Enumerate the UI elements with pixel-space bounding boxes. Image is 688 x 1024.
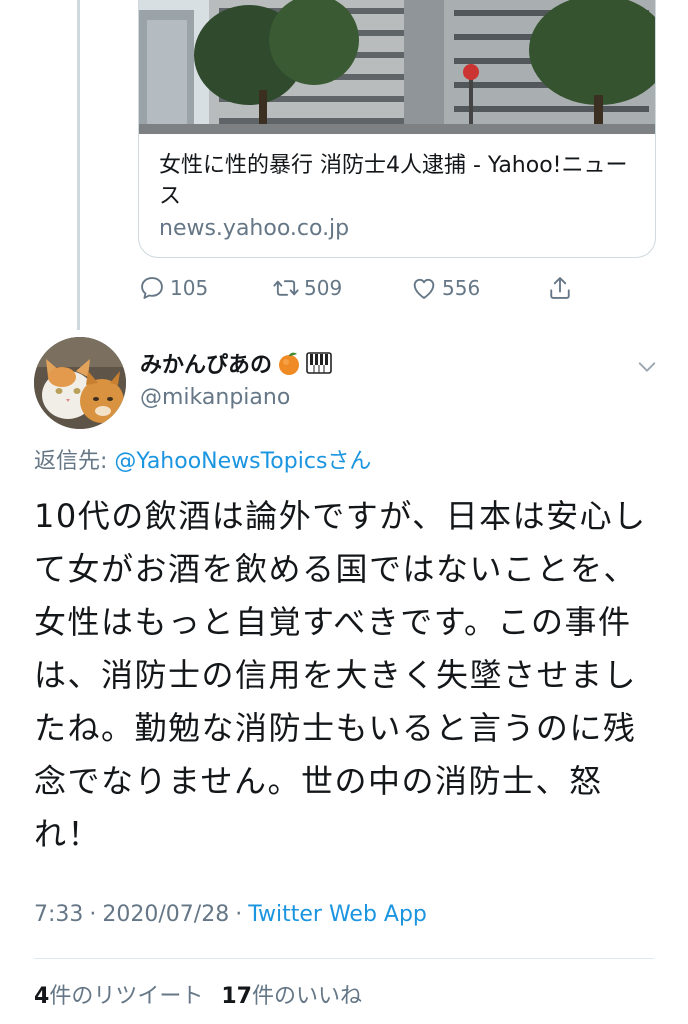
reply-button[interactable]: 105 xyxy=(138,270,208,306)
link-preview-domain[interactable]: news.yahoo.co.jp xyxy=(159,214,349,244)
reply-to-label: 返信先: xyxy=(34,449,115,474)
like-count: 556 xyxy=(442,276,481,300)
tweet-action-bar: 105 509 556 xyxy=(138,270,588,306)
author-name-row[interactable]: みかんぴあの xyxy=(140,346,332,380)
reply-count: 105 xyxy=(170,276,209,300)
like-button[interactable]: 556 xyxy=(410,270,480,306)
retweets-label: 件のリツイート xyxy=(49,984,204,1009)
tweet-date[interactable]: 2020/07/28 xyxy=(102,902,229,927)
reply-to-mention[interactable]: @YahooNewsTopics xyxy=(114,449,327,474)
link-preview-image[interactable] xyxy=(139,0,655,134)
retweet-button[interactable]: 509 xyxy=(272,270,342,306)
retweet-icon xyxy=(273,280,299,296)
chevron-down-icon[interactable] xyxy=(636,356,658,378)
likes-stat[interactable]: 17件のいいね xyxy=(221,978,362,1010)
piano-keys-emoji xyxy=(306,350,332,376)
tweet-text: 10代の飲酒は論外ですが、日本は安心して女がお酒を飲める国ではないことを、女性は… xyxy=(34,497,647,853)
engagement-stats: 4件のリツイート 17件のいいね xyxy=(34,978,362,1010)
orange-emoji xyxy=(276,350,302,376)
divider xyxy=(34,958,654,959)
display-name[interactable]: みかんぴあの xyxy=(140,347,272,379)
reply-to-line: 返信先: @YahooNewsTopicsさん xyxy=(34,443,371,475)
likes-label: 件のいいね xyxy=(251,984,362,1009)
share-icon xyxy=(550,277,570,299)
thread-connector-line xyxy=(77,0,80,330)
meta-separator: · xyxy=(235,902,243,927)
avatar[interactable] xyxy=(34,337,126,429)
retweet-count: 509 xyxy=(304,276,343,300)
tweet-source-app[interactable]: Twitter Web App xyxy=(248,902,427,927)
user-handle[interactable]: @mikanpiano xyxy=(140,385,290,410)
retweets-stat[interactable]: 4件のリツイート xyxy=(34,978,203,1010)
tweet-time[interactable]: 7:33 xyxy=(34,902,83,927)
retweets-number: 4 xyxy=(34,984,50,1009)
reply-icon xyxy=(141,277,163,299)
share-button[interactable] xyxy=(546,270,574,306)
heart-icon xyxy=(413,278,435,299)
likes-number: 17 xyxy=(221,984,252,1009)
link-preview-card[interactable]: 女性に性的暴行 消防士4人逮捕 - Yahoo!ニュース news.yahoo.… xyxy=(138,0,656,258)
link-preview-title[interactable]: 女性に性的暴行 消防士4人逮捕 - Yahoo!ニュース xyxy=(159,150,639,212)
meta-separator: · xyxy=(89,902,97,927)
tweet-meta: 7:33 · 2020/07/28 · Twitter Web App xyxy=(34,902,427,927)
reply-to-suffix[interactable]: さん xyxy=(327,449,371,474)
